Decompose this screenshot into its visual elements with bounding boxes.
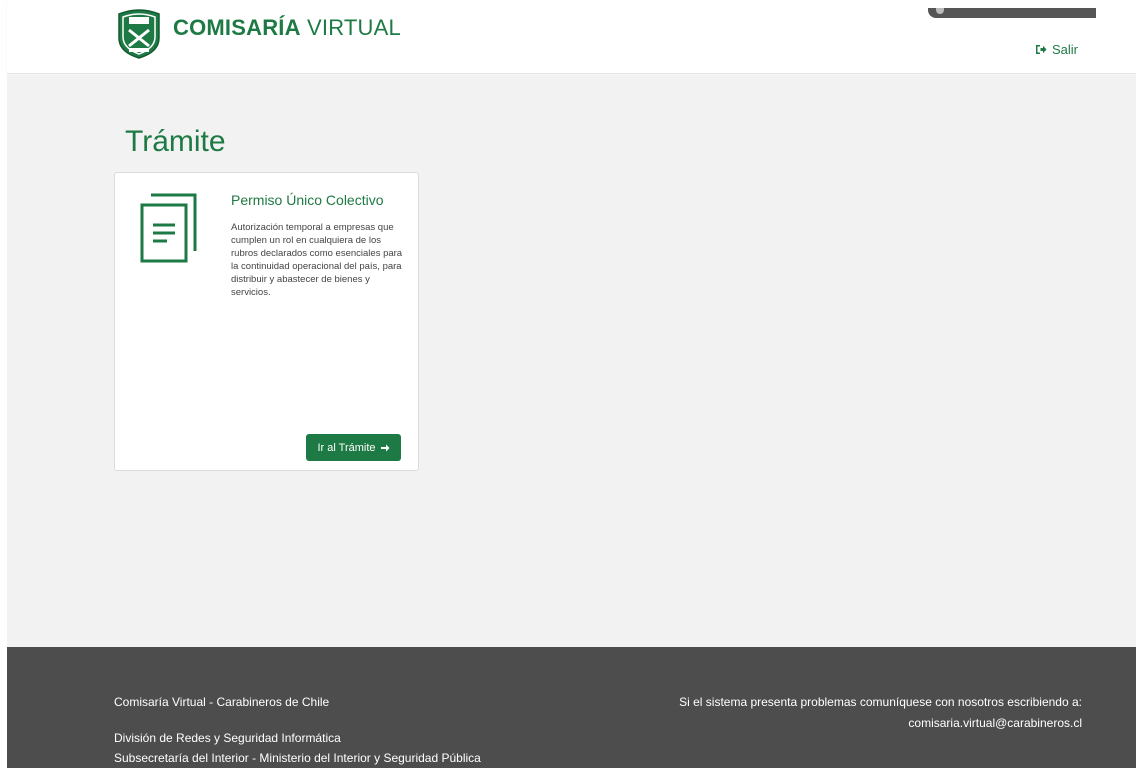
go-to-procedure-label: Ir al Trámite (317, 441, 376, 454)
footer-division: División de Redes y Seguridad Informátic… (114, 731, 341, 745)
sign-out-icon (1036, 45, 1047, 54)
footer-support-email[interactable]: comisaria.virtual@carabineros.cl (908, 716, 1082, 730)
arrow-right-icon (380, 444, 390, 451)
footer-support-text: Si el sistema presenta problemas comuníq… (679, 695, 1082, 709)
brand-name-light: VIRTUAL (307, 15, 401, 40)
footer-ministry: Subsecretaría del Interior - Ministerio … (114, 751, 481, 765)
document-icon (140, 193, 197, 263)
card-title: Permiso Único Colectivo (231, 192, 384, 208)
site-footer: Comisaría Virtual - Carabineros de Chile… (7, 647, 1136, 768)
go-to-procedure-button[interactable]: Ir al Trámite (306, 434, 401, 461)
brand-logo[interactable]: COMISARÍA VIRTUAL (115, 8, 401, 60)
procedure-card: Permiso Único Colectivo Autorización tem… (114, 172, 419, 471)
page-title: Trámite (125, 125, 226, 158)
logout-label: Salir (1052, 42, 1079, 57)
carabineros-shield-icon (118, 9, 160, 59)
brand-name: COMISARÍA VIRTUAL (173, 15, 401, 41)
site-header: COMISARÍA VIRTUAL Salir (7, 0, 1136, 74)
page-edge (0, 0, 7, 768)
logout-link[interactable]: Salir (1035, 42, 1078, 57)
brand-name-bold: COMISARÍA (173, 15, 301, 40)
user-bar (928, 8, 1096, 18)
footer-org-name: Comisaría Virtual - Carabineros de Chile (114, 695, 330, 709)
main-content: Trámite Permiso Único Colectivo Autoriza… (7, 75, 1136, 647)
card-description: Autorización temporal a empresas que cum… (231, 222, 403, 298)
